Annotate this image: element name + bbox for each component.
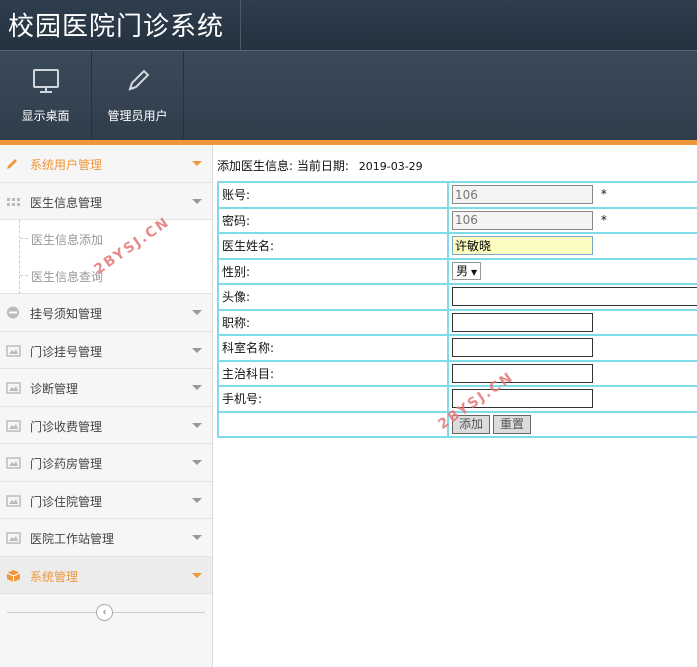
required-mark: * — [600, 187, 607, 202]
sidebar: 系统用户管理 医生信息管理 医生信息添加 医生信息查询 挂号须知管理 门诊挂号管… — [0, 145, 213, 667]
sidebar-item-system-management[interactable]: 系统管理 — [0, 556, 212, 594]
app-header: 校园医院门诊系统 — [0, 0, 697, 50]
account-label: 账号: — [217, 181, 449, 209]
chevron-down-icon — [192, 198, 202, 204]
form-row: 科室名称: — [217, 334, 697, 362]
sidebar-item-label: 系统管理 — [30, 569, 79, 584]
image-icon — [6, 344, 21, 357]
chevron-down-icon — [192, 572, 202, 578]
job-title-label: 职称: — [217, 308, 449, 336]
form-row: 性别: 男 ▼ — [217, 257, 697, 285]
image-icon — [6, 456, 21, 469]
doctor-name-input[interactable] — [452, 236, 593, 256]
doctor-form: 账号: * 密码: * 医生姓名: 性别: 男▼ 头像: — [217, 181, 697, 438]
sidebar-item-label: 医院工作站管理 — [30, 532, 115, 546]
collapse-sidebar-button[interactable]: ‹ — [96, 604, 113, 621]
sidebar-item-label: 医生信息管理 — [30, 195, 103, 210]
app-title: 校园医院门诊系统 — [8, 12, 225, 42]
sidebar-item-label: 门诊住院管理 — [30, 494, 103, 509]
page-info-line: 添加医生信息: 当前日期: 2019-03-29 — [217, 157, 423, 174]
sidebar-item-diagnosis[interactable]: 诊断管理 — [0, 369, 212, 407]
sidebar-item-system-users[interactable]: 系统用户管理 — [0, 145, 212, 183]
sidebar-item-doctor-info[interactable]: 医生信息管理 — [0, 183, 212, 220]
admin-user-label: 管理员用户 — [107, 109, 168, 123]
specialty-label: 主治科目: — [217, 359, 449, 387]
top-toolbar: 显示桌面 管理员用户 — [0, 50, 697, 141]
header-divider — [240, 0, 241, 50]
image-icon — [6, 381, 21, 394]
submenu-item-label: 医生信息查询 — [31, 270, 104, 284]
password-label: 密码: — [217, 206, 449, 234]
form-row: 职称: — [217, 308, 697, 336]
avatar-input[interactable] — [452, 287, 697, 307]
show-desktop-button[interactable]: 显示桌面 — [0, 51, 92, 141]
sidebar-item-workstation[interactable]: 医院工作站管理 — [0, 519, 212, 557]
form-row: 密码: * — [217, 206, 697, 234]
chevron-down-icon — [192, 385, 202, 390]
sidebar-item-registration-notice[interactable]: 挂号须知管理 — [0, 294, 212, 332]
minus-circle-icon — [6, 306, 21, 319]
sidebar-item-outpatient-billing[interactable]: 门诊收费管理 — [0, 407, 212, 444]
grid-icon — [6, 195, 21, 208]
chevron-down-icon — [192, 497, 202, 503]
form-row: 手机号: — [217, 385, 697, 413]
gender-label: 性别: — [217, 257, 449, 285]
doctor-name-label: 医生姓名: — [217, 232, 449, 260]
pencil-icon — [122, 65, 154, 97]
job-title-input[interactable] — [452, 312, 593, 332]
sidebar-item-label: 诊断管理 — [30, 382, 79, 396]
gender-select-value: 男 — [456, 264, 469, 279]
phone-input[interactable] — [452, 389, 593, 409]
show-desktop-label: 显示桌面 — [21, 109, 70, 123]
sidebar-item-outpatient-registration[interactable]: 门诊挂号管理 — [0, 332, 212, 369]
image-icon — [6, 419, 21, 432]
required-mark: * — [600, 212, 607, 227]
chevron-down-icon — [192, 422, 202, 428]
chevron-down-icon — [192, 535, 202, 540]
chevron-down-icon — [192, 460, 202, 465]
image-icon — [6, 531, 21, 544]
chevron-down-icon — [192, 310, 202, 315]
password-input[interactable] — [452, 210, 593, 230]
sidebar-item-label: 门诊挂号管理 — [30, 344, 103, 359]
form-row: 医生姓名: — [217, 232, 697, 260]
phone-label: 手机号: — [217, 385, 449, 413]
sidebar-collapse-row: ‹ — [0, 592, 212, 632]
gender-select[interactable]: 男 ▼ — [452, 262, 482, 281]
department-label: 科室名称: — [217, 334, 449, 362]
chevron-down-icon: ▼ — [471, 268, 478, 278]
add-button[interactable]: 添加 — [452, 414, 491, 434]
doctor-info-submenu: 医生信息添加 医生信息查询 — [0, 220, 212, 294]
submenu-item-add-doctor[interactable]: 医生信息添加 — [0, 220, 212, 257]
avatar-label: 头像: — [217, 283, 449, 311]
page-heading: 添加医生信息: — [217, 159, 294, 173]
submenu-item-label: 医生信息添加 — [31, 233, 104, 247]
box-icon — [6, 569, 21, 582]
monitor-icon — [30, 65, 62, 97]
sidebar-item-inpatient[interactable]: 门诊住院管理 — [0, 482, 212, 519]
date-value: 2019-03-29 — [358, 160, 423, 173]
sidebar-item-label: 系统用户管理 — [30, 158, 103, 172]
chevron-down-icon — [192, 161, 202, 166]
submenu-item-query-doctor[interactable]: 医生信息查询 — [0, 257, 212, 294]
pencil-icon — [6, 157, 21, 170]
sidebar-item-label: 门诊药房管理 — [30, 457, 103, 471]
sidebar-item-label: 挂号须知管理 — [30, 307, 103, 321]
main-content: 添加医生信息: 当前日期: 2019-03-29 账号: * 密码: * 医生姓… — [213, 145, 697, 667]
date-label: 当前日期: — [296, 159, 349, 173]
form-row: 主治科目: — [217, 359, 697, 387]
chevron-down-icon — [192, 347, 202, 353]
reset-button[interactable]: 重置 — [493, 414, 532, 434]
admin-user-button[interactable]: 管理员用户 — [92, 51, 184, 141]
sidebar-item-outpatient-pharmacy[interactable]: 门诊药房管理 — [0, 444, 212, 482]
image-icon — [6, 494, 21, 507]
form-row: 账号: * — [217, 181, 697, 209]
form-row: 头像: — [217, 283, 697, 311]
account-input[interactable] — [452, 185, 593, 205]
form-row: 添加 重置 — [217, 410, 697, 438]
sidebar-item-label: 门诊收费管理 — [30, 419, 103, 434]
specialty-input[interactable] — [452, 363, 593, 383]
department-input[interactable] — [452, 338, 593, 358]
